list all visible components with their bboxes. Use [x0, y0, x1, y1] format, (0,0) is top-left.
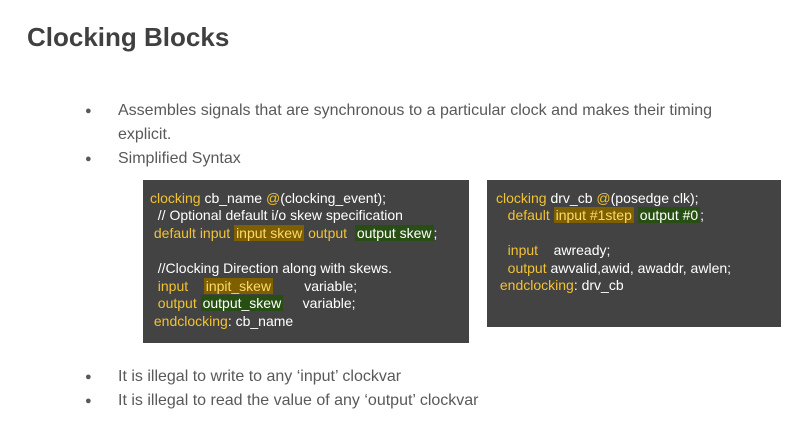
code-block-syntax: clocking cb_name @(clocking_event); // O…	[143, 180, 469, 343]
code-line: output awvalid,awid, awaddr, awlen;	[496, 260, 732, 276]
bullet-item: It is illegal to read the value of any ‘…	[84, 389, 724, 413]
code-line: endclocking: cb_name	[150, 313, 294, 329]
code-line: endclocking: drv_cb	[496, 277, 624, 293]
code-line: input inpit_skew variable;	[150, 278, 358, 294]
code-comment: // Optional default i/o skew specificati…	[150, 207, 403, 223]
bullet-item: Assembles signals that are synchronous t…	[84, 99, 724, 147]
slide-title: Clocking Blocks	[27, 22, 230, 52]
code-comment: //Clocking Direction along with skews.	[150, 260, 392, 276]
code-line: default input input skew output output s…	[150, 225, 438, 241]
code-line: output output_skew variable;	[150, 295, 356, 311]
bullet-item: Simplified Syntax	[84, 147, 724, 171]
code-block-example: clocking drv_cb @(posedge clk); default …	[487, 180, 781, 327]
top-bullet-list: Assembles signals that are synchronous t…	[84, 99, 724, 171]
bullet-item: It is illegal to write to any ‘input’ cl…	[84, 365, 724, 389]
code-line: default input #1step output #0;	[496, 207, 705, 223]
code-line: clocking drv_cb @(posedge clk);	[496, 190, 699, 206]
bottom-bullet-list: It is illegal to write to any ‘input’ cl…	[84, 365, 724, 413]
code-line: input awready;	[496, 242, 611, 258]
code-line: clocking cb_name @(clocking_event);	[150, 190, 387, 206]
